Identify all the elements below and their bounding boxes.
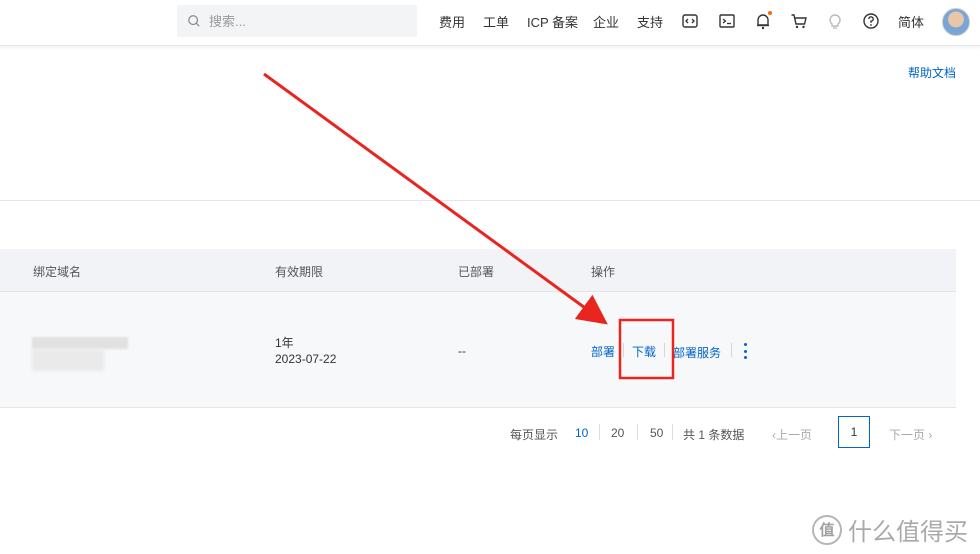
table-row: 1年 2023-07-22 -- 部署 下载 部署服务: [0, 292, 956, 408]
language-switch[interactable]: 简体: [898, 0, 924, 42]
current-page-button[interactable]: 1: [838, 416, 870, 448]
section-divider: [0, 200, 980, 201]
validity-period: 1年: [275, 336, 294, 350]
download-link[interactable]: 下载: [632, 343, 656, 360]
nav-icp[interactable]: ICP 备案: [527, 0, 578, 42]
redacted-domain: [32, 337, 128, 349]
action-separator: [623, 343, 624, 357]
table-header: 绑定域名 有效期限 已部署 操作: [0, 249, 956, 292]
page-size-20[interactable]: 20: [611, 426, 624, 440]
avatar[interactable]: [942, 8, 970, 36]
watermark: 值 什么值得买: [812, 512, 968, 547]
next-page-button[interactable]: 下一页 ›: [889, 426, 932, 443]
top-navigation-bar: 费用 工单 ICP 备案 企业 支持 简体: [0, 0, 980, 46]
chevron-right-icon: ›: [925, 428, 933, 442]
total-count: 共 1 条数据: [683, 428, 745, 442]
page-size-separator: [637, 424, 638, 440]
deploy-link[interactable]: 部署: [591, 343, 615, 360]
search-input[interactable]: [209, 13, 399, 29]
validity-date: 2023-07-22: [275, 352, 337, 366]
action-separator: [731, 343, 732, 357]
cart-icon[interactable]: [789, 11, 809, 31]
column-header-actions: 操作: [591, 265, 616, 279]
action-separator: [664, 343, 665, 357]
redacted-domain-secondary: [32, 349, 104, 371]
nav-support[interactable]: 支持: [637, 0, 663, 42]
watermark-text: 什么值得买: [848, 519, 968, 546]
deployed-value: --: [458, 344, 466, 358]
bell-icon[interactable]: [753, 11, 773, 31]
code-icon[interactable]: [680, 11, 700, 31]
page-size-separator: [672, 424, 673, 440]
bulb-icon[interactable]: [825, 11, 845, 31]
nav-enterprise[interactable]: 企业: [593, 0, 619, 42]
column-header-validity: 有效期限: [275, 265, 324, 279]
help-docs-link[interactable]: 帮助文档: [908, 64, 956, 81]
prev-page-button[interactable]: ‹上一页: [772, 426, 812, 443]
prev-page-label: 上一页: [776, 428, 813, 442]
next-page-label: 下一页: [889, 428, 926, 442]
page-size-50[interactable]: 50: [650, 426, 663, 440]
watermark-logo: 值: [812, 514, 842, 545]
page-size-separator: [599, 424, 600, 440]
search-icon: [188, 15, 200, 27]
help-icon[interactable]: [861, 11, 881, 31]
nav-billing[interactable]: 费用: [439, 0, 465, 42]
nav-tickets[interactable]: 工单: [483, 0, 509, 42]
column-header-domain: 绑定域名: [33, 265, 82, 279]
search-box[interactable]: [177, 5, 417, 37]
terminal-icon[interactable]: [717, 11, 737, 31]
more-actions-icon[interactable]: [744, 343, 748, 359]
deploy-service-link[interactable]: 部署服务: [673, 344, 721, 361]
per-page-label: 每页显示: [510, 428, 559, 442]
page-size-10[interactable]: 10: [575, 426, 588, 440]
column-header-deployed: 已部署: [458, 265, 495, 279]
notification-dot: [768, 11, 772, 15]
